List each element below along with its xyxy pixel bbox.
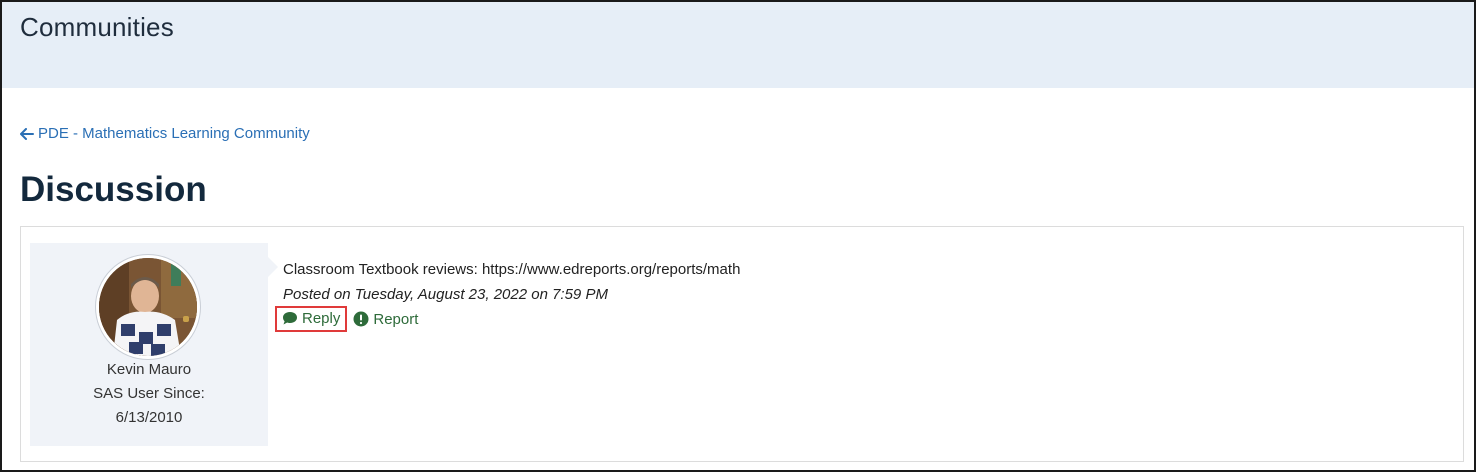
report-label: Report bbox=[373, 310, 419, 328]
back-link[interactable]: PDE - Mathematics Learning Community bbox=[20, 125, 310, 142]
reply-button[interactable]: Reply bbox=[275, 306, 348, 332]
speech-bubble-icon bbox=[282, 311, 298, 326]
post-actions: Reply Report bbox=[275, 306, 418, 332]
banner-title: Communities bbox=[20, 12, 174, 42]
page-frame: Communities PDE - Mathematics Learning C… bbox=[0, 0, 1476, 472]
post-text: Classroom Textbook reviews: https://www.… bbox=[283, 261, 741, 278]
avatar[interactable] bbox=[96, 255, 200, 359]
report-button[interactable]: Report bbox=[353, 311, 418, 328]
exclamation-circle-icon bbox=[353, 311, 369, 327]
author-name: Kevin Mauro bbox=[106, 361, 192, 378]
author-panel: Kevin Mauro SAS User Since: 6/13/2010 bbox=[30, 243, 278, 446]
header-banner: Communities bbox=[2, 2, 1474, 88]
author-since-label: SAS User Since: bbox=[93, 385, 205, 402]
back-link-label: PDE - Mathematics Learning Community bbox=[38, 125, 310, 142]
post-card: Kevin Mauro SAS User Since: 6/13/2010 Cl… bbox=[20, 226, 1464, 462]
post-body: Classroom Textbook reviews: https://www.… bbox=[275, 261, 741, 332]
page-title: Discussion bbox=[20, 170, 207, 209]
post-date: Posted on Tuesday, August 23, 2022 on 7:… bbox=[283, 286, 608, 303]
author-since-date: 6/13/2010 bbox=[115, 409, 183, 426]
reply-label: Reply bbox=[302, 310, 341, 327]
arrow-left-icon bbox=[20, 127, 34, 140]
